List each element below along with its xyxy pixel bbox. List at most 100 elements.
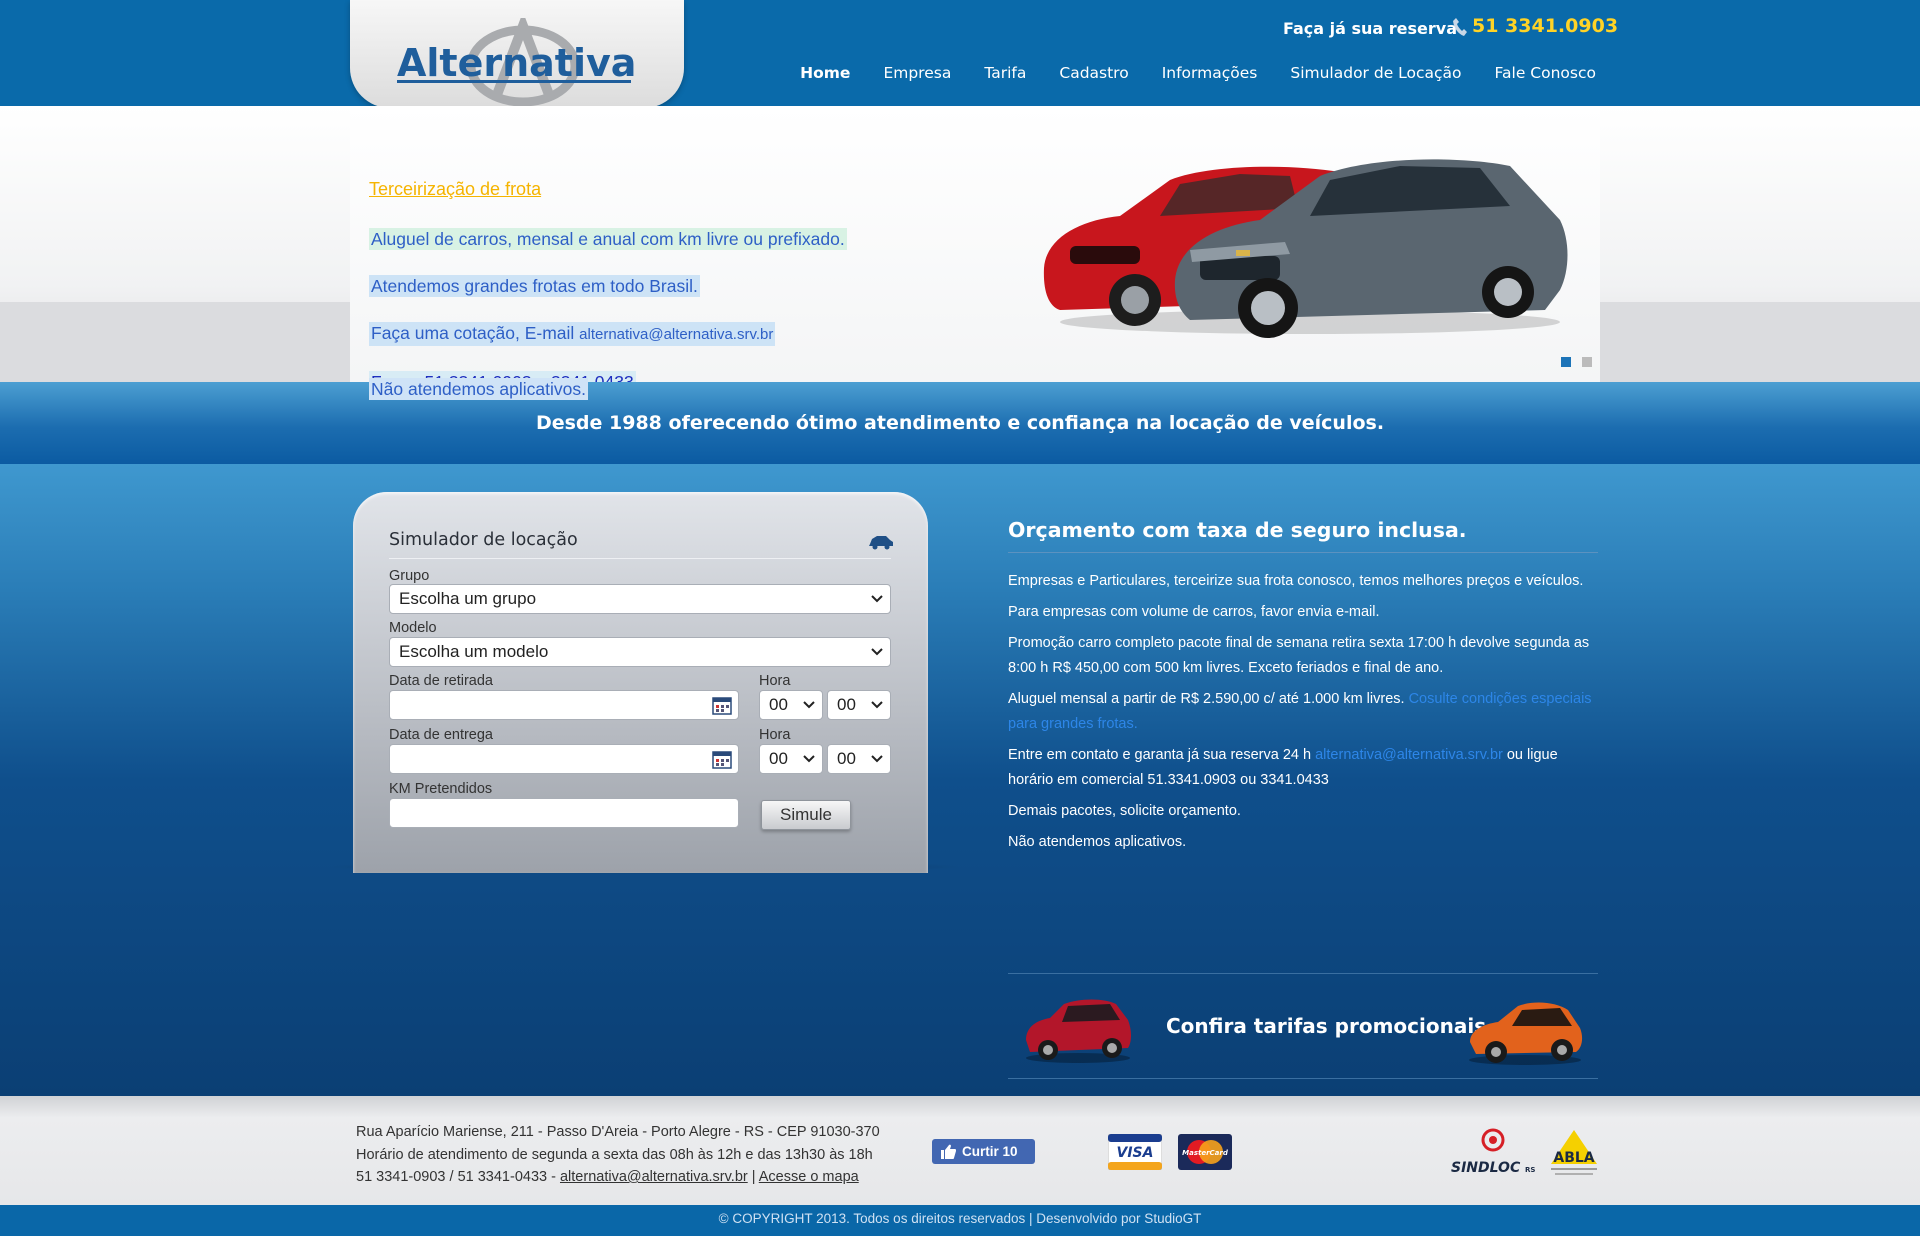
grupo-select[interactable]: Escolha um grupo xyxy=(389,584,891,614)
hora-retirada-label: Hora xyxy=(759,673,791,689)
calendar-icon[interactable] xyxy=(712,750,732,769)
simule-button[interactable]: Simule xyxy=(761,800,851,830)
retirada-label: Data de retirada xyxy=(389,673,493,689)
facebook-like-button[interactable]: Curtir 10 xyxy=(932,1139,1035,1164)
svg-text:VISA: VISA xyxy=(1117,1145,1154,1161)
grupo-label: Grupo xyxy=(389,568,430,584)
svg-text:ABLA: ABLA xyxy=(1553,1150,1594,1166)
nav-simulador[interactable]: Simulador de Locação xyxy=(1290,64,1461,82)
hero-banner xyxy=(0,106,1920,382)
hora-entrega-minute-select[interactable]: 00 xyxy=(827,744,891,774)
hero-line-3-prefix: Faça uma cotação, E-mail xyxy=(371,323,580,343)
simulator-title: Simulador de locação xyxy=(389,530,578,550)
slider-dots xyxy=(1561,357,1592,367)
chevron-down-icon xyxy=(803,701,815,709)
minute-value: 00 xyxy=(837,695,856,714)
footer-hours: Horário de atendimento de segunda a sext… xyxy=(356,1146,873,1163)
info-p5: Entre em contato e garanta já sua reserv… xyxy=(1008,743,1598,793)
info-p4: Aluguel mensal a partir de R$ 2.590,00 c… xyxy=(1008,687,1598,737)
main-nav: Home Empresa Tarifa Cadastro Informações… xyxy=(800,64,1596,82)
svg-text:SINDLOC: SINDLOC xyxy=(1451,1160,1521,1176)
hero-line-1: Aluguel de carros, mensal e anual com km… xyxy=(369,228,847,250)
nav-informacoes[interactable]: Informações xyxy=(1162,64,1258,82)
chevron-down-icon xyxy=(871,648,883,656)
slider-dot-1[interactable] xyxy=(1561,357,1571,367)
modelo-select-value: Escolha um modelo xyxy=(399,642,549,661)
footer-address: Rua Aparício Mariense, 211 - Passo D'Are… xyxy=(356,1124,880,1140)
visa-logo: VISA xyxy=(1108,1134,1162,1170)
copyright-bar: © COPYRIGHT 2013. Todos os direitos rese… xyxy=(0,1205,1920,1236)
footer-map-link[interactable]: Acesse o mapa xyxy=(759,1169,859,1185)
hour-value: 00 xyxy=(769,695,788,714)
km-input[interactable] xyxy=(389,798,739,828)
tagline-text: Desde 1988 oferecendo ótimo atendimento … xyxy=(535,412,1385,434)
hero-title-link[interactable]: Terceirização de frota xyxy=(369,170,847,209)
svg-text:Alternativa: Alternativa xyxy=(397,41,636,85)
nav-fale-conosco[interactable]: Fale Conosco xyxy=(1495,64,1596,82)
entrega-label: Data de entrega xyxy=(389,727,493,743)
calendar-icon[interactable] xyxy=(712,696,732,715)
nav-tarifa[interactable]: Tarifa xyxy=(984,64,1026,82)
info-p5-text: Entre em contato e garanta já sua reserv… xyxy=(1008,747,1316,763)
promo-text[interactable]: Confira tarifas promocionais xyxy=(1166,1014,1486,1038)
phone-icon xyxy=(1453,18,1467,36)
footer-separator: | xyxy=(747,1169,759,1185)
info-title: Orçamento com taxa de seguro inclusa. xyxy=(1008,518,1598,553)
entrega-date-input[interactable] xyxy=(389,744,739,774)
hour-value: 00 xyxy=(769,749,788,768)
hero-line-3: Faça uma cotação, E-mail alternativa@alt… xyxy=(369,322,776,346)
mastercard-logo: MasterCard xyxy=(1178,1134,1232,1170)
thumbs-up-icon xyxy=(941,1144,956,1159)
minute-value: 00 xyxy=(837,749,856,768)
info-section: Orçamento com taxa de seguro inclusa. Em… xyxy=(1008,518,1598,855)
header xyxy=(0,0,1920,106)
chevron-down-icon xyxy=(871,755,883,763)
car-icon xyxy=(869,536,893,550)
abla-logo: ABLA xyxy=(1551,1130,1597,1175)
km-label: KM Pretendidos xyxy=(389,781,493,797)
main-content xyxy=(0,464,1920,1096)
info-p3: Promoção carro completo pacote final de … xyxy=(1008,635,1590,676)
hora-retirada-hour-select[interactable]: 00 xyxy=(759,690,823,720)
modelo-label: Modelo xyxy=(389,620,437,636)
alternativa-logo[interactable]: Alternativa xyxy=(395,18,645,108)
footer-phones: 51 3341-0903 / 51 3341-0433 - xyxy=(356,1169,560,1185)
sindloc-logo: SINDLOC RS xyxy=(1451,1128,1535,1176)
promo-banner[interactable]: Confira tarifas promocionais xyxy=(1008,973,1598,1079)
hero-line-5: Não atendemos aplicativos. xyxy=(369,378,588,400)
header-phone[interactable]: 51 3341.0903 xyxy=(1472,15,1618,37)
modelo-select[interactable]: Escolha um modelo xyxy=(389,637,891,667)
footer-email-link[interactable]: alternativa@alternativa.srv.br xyxy=(560,1169,748,1185)
hora-entrega-label: Hora xyxy=(759,727,791,743)
grupo-select-value: Escolha um grupo xyxy=(399,589,537,608)
hero-text: Terceirização de frota Aluguel de carros… xyxy=(369,170,847,410)
footer-contact: 51 3341-0903 / 51 3341-0433 - alternativ… xyxy=(356,1166,880,1189)
hora-entrega-hour-select[interactable]: 00 xyxy=(759,744,823,774)
chevron-down-icon xyxy=(871,701,883,709)
nav-home[interactable]: Home xyxy=(800,64,850,82)
nav-cadastro[interactable]: Cadastro xyxy=(1059,64,1128,82)
simulator-panel: Simulador de locação Grupo Escolha um gr… xyxy=(353,492,928,873)
hero-cars-image xyxy=(1043,159,1568,338)
slider-dot-2[interactable] xyxy=(1582,357,1592,367)
info-p4-text: Aluguel mensal a partir de R$ 2.590,00 c… xyxy=(1008,691,1409,707)
footer-address-block: Rua Aparício Mariense, 211 - Passo D'Are… xyxy=(356,1121,880,1189)
info-p1: Empresas e Particulares, terceirize sua … xyxy=(1008,573,1584,589)
retirada-date-input[interactable] xyxy=(389,690,739,720)
facebook-like-label: Curtir 10 xyxy=(962,1144,1018,1159)
info-p7: Não atendemos aplicativos. xyxy=(1008,834,1187,850)
hero-line-2: Atendemos grandes frotas em todo Brasil. xyxy=(369,275,700,297)
nav-empresa[interactable]: Empresa xyxy=(883,64,951,82)
simulator-divider xyxy=(389,558,891,559)
reserve-label: Faça já sua reserva xyxy=(1283,19,1458,38)
svg-text:MasterCard: MasterCard xyxy=(1182,1149,1229,1157)
hero-email[interactable]: alternativa@alternativa.srv.br xyxy=(579,326,773,343)
info-p6: Demais pacotes, solicite orçamento. xyxy=(1008,803,1241,819)
orange-hatch-image xyxy=(1469,1002,1583,1065)
red-suv-image xyxy=(1026,999,1131,1063)
info-email-link[interactable]: alternativa@alternativa.srv.br xyxy=(1315,747,1503,763)
chevron-down-icon xyxy=(871,595,883,603)
info-p2: Para empresas com volume de carros, favo… xyxy=(1008,604,1380,620)
hora-retirada-minute-select[interactable]: 00 xyxy=(827,690,891,720)
chevron-down-icon xyxy=(803,755,815,763)
